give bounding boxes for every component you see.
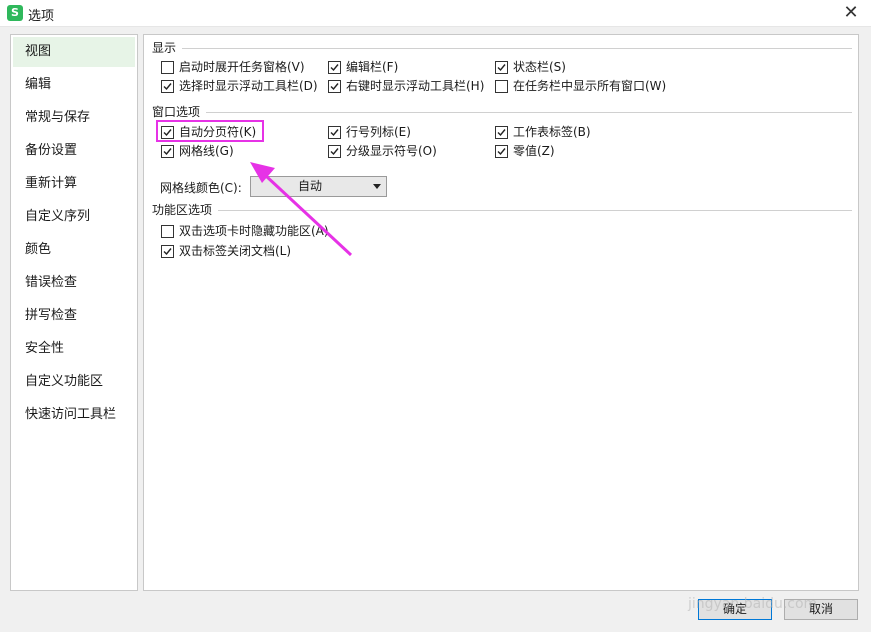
option-status-bar[interactable]: 状态栏(S) [495,59,566,75]
gridline-color-value: 自动 [297,179,322,193]
section-display-title: 显示 [152,41,177,55]
window-title: 选项 [28,9,55,24]
sidebar-item-recalculate[interactable]: 重新计算 [13,169,135,199]
wps-logo-icon: S [7,5,23,21]
option-auto-page-break[interactable]: 自动分页符(K) [161,124,256,140]
option-float-toolbar-select[interactable]: 选择时显示浮动工具栏(D) [161,78,318,94]
option-outline-symbols[interactable]: 分级显示符号(O) [328,143,437,159]
section-display-header: 显示 [152,40,852,56]
checkbox-checked-icon[interactable] [161,79,174,93]
option-sheet-tabs[interactable]: 工作表标签(B) [495,124,591,140]
title-bar: S 选项 ✕ [0,0,871,27]
sidebar-item-edit[interactable]: 编辑 [13,70,135,100]
dialog-body: 视图 编辑 常规与保存 备份设置 重新计算 自定义序列 颜色 错误检查 拼写检查… [0,27,871,632]
sidebar-item-general-save[interactable]: 常规与保存 [13,103,135,133]
option-dblclick-close-doc[interactable]: 双击标签关闭文档(L) [161,243,291,259]
chevron-down-icon [373,184,381,189]
ok-button[interactable]: 确定 [698,599,772,620]
sidebar-item-backup[interactable]: 备份设置 [13,136,135,166]
checkbox-unchecked-icon[interactable] [161,60,174,74]
option-taskbar-all-windows[interactable]: 在任务栏中显示所有窗口(W) [495,78,666,94]
sidebar-item-custom-lists[interactable]: 自定义序列 [13,202,135,232]
checkbox-checked-icon[interactable] [328,144,341,158]
option-expand-task-pane[interactable]: 启动时展开任务窗格(V) [161,59,305,75]
section-ribbon-title: 功能区选项 [152,203,213,217]
options-content: 显示 启动时展开任务窗格(V) 编辑栏(F) 状态栏(S) 选择时显示浮动工具栏… [143,34,859,591]
checkbox-unchecked-icon[interactable] [161,224,174,238]
close-button[interactable]: ✕ [831,0,871,26]
checkbox-checked-icon[interactable] [161,125,174,139]
checkbox-checked-icon[interactable] [328,125,341,139]
checkbox-checked-icon[interactable] [495,144,508,158]
options-sidebar: 视图 编辑 常规与保存 备份设置 重新计算 自定义序列 颜色 错误检查 拼写检查… [10,34,138,591]
checkbox-unchecked-icon[interactable] [495,79,508,93]
option-gridlines[interactable]: 网格线(G) [161,143,234,159]
checkbox-checked-icon[interactable] [161,244,174,258]
option-dblclick-hide-ribbon[interactable]: 双击选项卡时隐藏功能区(A) [161,223,329,239]
sidebar-item-view[interactable]: 视图 [13,37,135,67]
divider [206,111,852,113]
gridline-color-label: 网格线颜色(C): [160,181,242,195]
option-zero-values[interactable]: 零值(Z) [495,143,555,159]
cancel-button[interactable]: 取消 [784,599,858,620]
checkbox-checked-icon[interactable] [495,60,508,74]
section-ribbon-header: 功能区选项 [152,202,852,218]
checkbox-checked-icon[interactable] [495,125,508,139]
section-window-header: 窗口选项 [152,104,852,120]
section-window-title: 窗口选项 [152,105,201,119]
checkbox-checked-icon[interactable] [328,79,341,93]
sidebar-item-spell-check[interactable]: 拼写检查 [13,301,135,331]
sidebar-item-color[interactable]: 颜色 [13,235,135,265]
gridline-color-select[interactable]: 自动 [250,176,387,197]
divider [182,47,852,49]
option-float-toolbar-rightclick[interactable]: 右键时显示浮动工具栏(H) [328,78,484,94]
sidebar-item-quick-access[interactable]: 快速访问工具栏 [13,400,135,430]
option-formula-bar[interactable]: 编辑栏(F) [328,59,398,75]
sidebar-item-error-check[interactable]: 错误检查 [13,268,135,298]
divider [218,209,852,211]
sidebar-item-custom-ribbon[interactable]: 自定义功能区 [13,367,135,397]
checkbox-checked-icon[interactable] [328,60,341,74]
option-row-col-headers[interactable]: 行号列标(E) [328,124,411,140]
checkbox-checked-icon[interactable] [161,144,174,158]
sidebar-item-security[interactable]: 安全性 [13,334,135,364]
